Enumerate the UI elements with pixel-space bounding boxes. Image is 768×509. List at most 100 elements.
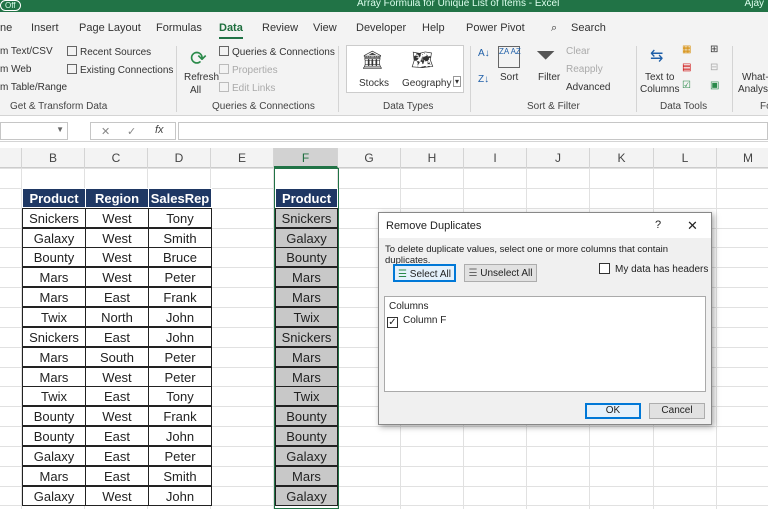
table-cell[interactable]: West (85, 267, 149, 288)
table-cell[interactable]: Tony (148, 207, 212, 228)
unselect-all-button[interactable]: ☰ Unselect All (464, 264, 537, 282)
clear-filter-button[interactable]: Clear (566, 46, 590, 57)
table-header-cell[interactable]: Region (85, 187, 149, 208)
data-validation-icon[interactable]: ☑ (682, 80, 691, 91)
sort-z-a-button[interactable]: Z↓ (478, 74, 489, 85)
table-cell[interactable]: Tony (148, 386, 212, 407)
column-header-i[interactable]: I (464, 148, 527, 168)
search-icon[interactable]: ⌕ (551, 22, 557, 35)
table-cell[interactable]: Mars (22, 465, 86, 486)
recent-sources-button[interactable]: Recent Sources (67, 46, 151, 58)
table-cell[interactable]: Mars (22, 267, 86, 288)
table-cell[interactable]: John (148, 306, 212, 327)
stocks-button[interactable]: Stocks (359, 78, 389, 89)
text-to-columns-button[interactable]: Text to (645, 72, 674, 83)
properties-button[interactable]: Properties (219, 64, 278, 76)
column-f-checkbox[interactable]: ✓ Column F (387, 315, 446, 328)
table-header-cell[interactable]: Product (22, 187, 86, 208)
table-cell[interactable]: Frank (148, 287, 212, 308)
geography-button[interactable]: Geography (402, 78, 451, 89)
my-data-has-headers-checkbox[interactable]: My data has headers (599, 263, 708, 275)
queries-connections-button[interactable]: Queries & Connections (219, 46, 335, 58)
edit-links-button[interactable]: Edit Links (219, 82, 275, 94)
gallery-more-button[interactable]: ▾ (453, 76, 462, 87)
table-cell[interactable]: Peter (148, 267, 212, 288)
table-cell[interactable]: Twix (22, 306, 86, 327)
table-cell[interactable]: Galaxy (22, 445, 86, 466)
filter-button[interactable]: Filter (538, 72, 560, 83)
table-cell[interactable]: East (85, 445, 149, 466)
sort-a-z-button[interactable]: A↓ (478, 48, 490, 59)
remove-duplicates-icon[interactable]: ▤ (682, 62, 691, 73)
reapply-button[interactable]: Reapply (566, 64, 603, 75)
tab-power-pivot[interactable]: Power Pivot (466, 22, 525, 34)
what-if-analysis-button[interactable]: What- (742, 72, 768, 83)
tab-data[interactable]: Data (219, 22, 243, 39)
column-header-c[interactable]: C (85, 148, 148, 168)
table-cell[interactable]: Mars (22, 346, 86, 367)
tab-formulas[interactable]: Formulas (156, 22, 202, 34)
tab-insert[interactable]: Insert (31, 22, 59, 34)
sort-button[interactable]: Sort (500, 72, 518, 83)
table-cell[interactable]: Bounty (22, 406, 86, 427)
table-cell[interactable]: Peter (148, 366, 212, 387)
table-cell[interactable]: Peter (148, 445, 212, 466)
tab-home[interactable]: ne (0, 22, 12, 34)
table-cell[interactable]: North (85, 306, 149, 327)
column-header-m[interactable]: M (717, 148, 768, 168)
data-model-icon[interactable]: ▣ (710, 80, 719, 91)
column-header-l[interactable]: L (654, 148, 717, 168)
table-cell[interactable]: Smith (148, 227, 212, 248)
column-header-h[interactable]: H (401, 148, 464, 168)
table-cell[interactable]: East (85, 287, 149, 308)
existing-connections-button[interactable]: Existing Connections (67, 64, 173, 76)
from-table-range-button[interactable]: m Table/Range (0, 82, 67, 93)
from-text-csv-button[interactable]: m Text/CSV (0, 46, 53, 57)
table-cell[interactable]: Galaxy (22, 227, 86, 248)
table-cell[interactable]: East (85, 465, 149, 486)
table-cell[interactable]: South (85, 346, 149, 367)
checkbox[interactable] (599, 263, 610, 274)
table-cell[interactable]: Galaxy (22, 485, 86, 506)
table-cell[interactable]: John (148, 326, 212, 347)
tab-help[interactable]: Help (422, 22, 445, 34)
autosave-toggle[interactable]: Off (0, 0, 21, 11)
table-cell[interactable]: Snickers (22, 207, 86, 228)
table-cell[interactable]: Smith (148, 465, 212, 486)
consolidate-icon[interactable]: ⊞ (710, 44, 718, 55)
table-cell[interactable]: Bruce (148, 247, 212, 268)
ok-button[interactable]: OK (585, 403, 641, 419)
cancel-icon[interactable]: ✕ (101, 125, 110, 138)
table-cell[interactable]: Mars (22, 287, 86, 308)
tab-view[interactable]: View (313, 22, 337, 34)
table-cell[interactable]: West (85, 207, 149, 228)
tab-search[interactable]: Search (571, 22, 606, 34)
column-header-a[interactable] (0, 148, 22, 168)
select-all-button[interactable]: ☰ Select All (393, 264, 456, 282)
tab-page-layout[interactable]: Page Layout (79, 22, 141, 34)
column-header-k[interactable]: K (590, 148, 654, 168)
table-cell[interactable]: Bounty (22, 426, 86, 447)
name-box[interactable]: ▼ (0, 122, 68, 140)
tab-review[interactable]: Review (262, 22, 298, 34)
close-button[interactable]: ✕ (687, 218, 698, 234)
column-header-g[interactable]: G (338, 148, 401, 168)
column-header-d[interactable]: D (148, 148, 211, 168)
table-cell[interactable]: East (85, 426, 149, 447)
table-cell[interactable]: Mars (22, 366, 86, 387)
column-header-f[interactable]: F (274, 148, 338, 168)
table-cell[interactable]: Snickers (22, 326, 86, 347)
table-cell[interactable]: West (85, 227, 149, 248)
table-cell[interactable]: East (85, 386, 149, 407)
relationships-icon[interactable]: ⊟ (710, 62, 718, 73)
table-cell[interactable]: Bounty (22, 247, 86, 268)
table-cell[interactable]: West (85, 485, 149, 506)
refresh-all-button[interactable]: Refresh (184, 72, 219, 83)
column-header-b[interactable]: B (22, 148, 85, 168)
cancel-button[interactable]: Cancel (649, 403, 705, 419)
table-cell[interactable]: John (148, 485, 212, 506)
checkbox-checked[interactable]: ✓ (387, 317, 398, 328)
insert-function-button[interactable]: fx (155, 124, 164, 136)
help-button[interactable]: ? (655, 219, 661, 231)
table-cell[interactable]: Twix (22, 386, 86, 407)
